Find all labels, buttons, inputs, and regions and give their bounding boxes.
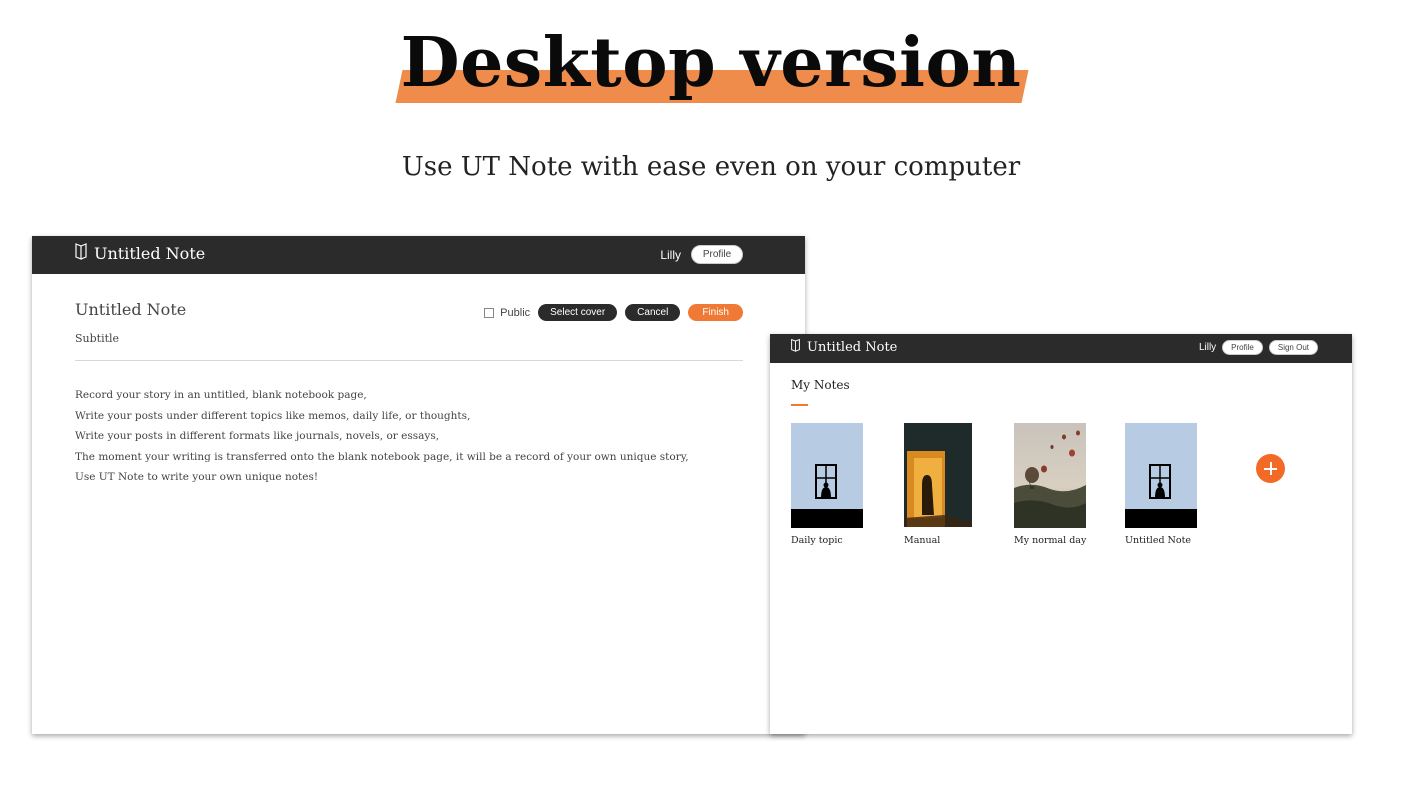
note-cover-image (1125, 423, 1197, 528)
editor-actions: Public Select cover Cancel Finish (484, 304, 743, 321)
notebook-icon (74, 242, 88, 264)
note-card[interactable]: Untitled Note (1125, 423, 1197, 546)
select-cover-button[interactable]: Select cover (538, 304, 618, 321)
note-card-label: Daily topic (791, 535, 843, 546)
note-card[interactable]: Daily topic (791, 423, 863, 546)
public-checkbox[interactable] (484, 307, 495, 318)
profile-button[interactable]: Profile (691, 245, 743, 264)
note-card[interactable]: Manual (904, 423, 976, 546)
note-card-label: Untitled Note (1125, 535, 1192, 546)
username: Lilly (1198, 342, 1217, 353)
note-cover-image (791, 423, 863, 528)
notes-topbar: Untitled Note Lilly Profile Sign Out (770, 334, 1352, 363)
editor-window: Untitled Note Lilly Profile Untitled Not… (32, 236, 805, 734)
note-cover-image (904, 423, 976, 528)
finish-button[interactable]: Finish (688, 304, 743, 321)
editor-divider (75, 360, 743, 361)
hero-title: Desktop version (400, 23, 1022, 103)
body-line: Write your posts in different formats li… (75, 430, 440, 442)
body-line: Record your story in an untitled, blank … (75, 389, 367, 401)
body-line: Use UT Note to write your own unique not… (75, 471, 319, 483)
hero-title-block: Desktop version (0, 18, 1422, 118)
note-cover-image (1014, 423, 1086, 528)
public-label: Public (500, 306, 531, 319)
app-title: Untitled Note (94, 243, 206, 263)
editor-topbar: Untitled Note Lilly Profile (32, 236, 805, 274)
note-subtitle-input[interactable]: Subtitle (75, 332, 119, 345)
user-area: Lilly Profile (660, 245, 743, 264)
user-area: Lilly Profile Sign Out (1199, 340, 1318, 355)
note-body-editor[interactable]: Record your story in an untitled, blank … (75, 385, 755, 488)
app-title: Untitled Note (807, 339, 898, 355)
cancel-button[interactable]: Cancel (625, 304, 681, 321)
note-card-label: My normal day (1014, 535, 1087, 546)
brand[interactable]: Untitled Note (74, 242, 205, 264)
public-toggle[interactable]: Public (484, 307, 530, 319)
brand[interactable]: Untitled Note (790, 338, 897, 356)
my-notes-heading: My Notes (791, 378, 850, 392)
plus-icon[interactable] (1256, 454, 1285, 483)
note-title-input[interactable]: Untitled Note (75, 300, 186, 319)
profile-button[interactable]: Profile (1222, 340, 1263, 355)
hero-subtitle: Use UT Note with ease even on your compu… (401, 152, 1021, 182)
notes-window: Untitled Note Lilly Profile Sign Out My … (770, 334, 1352, 734)
note-card-label: Manual (904, 535, 941, 546)
note-card[interactable]: My normal day (1014, 423, 1086, 546)
notebook-icon (790, 338, 801, 356)
body-line: Write your posts under different topics … (75, 409, 471, 422)
sign-out-button[interactable]: Sign Out (1268, 340, 1318, 355)
notes-grid: Daily topic Manual My normal day Untitle… (791, 423, 1331, 563)
heading-underline (791, 404, 808, 406)
username: Lilly (660, 247, 681, 262)
body-line: The moment your writing is transferred o… (75, 450, 689, 463)
